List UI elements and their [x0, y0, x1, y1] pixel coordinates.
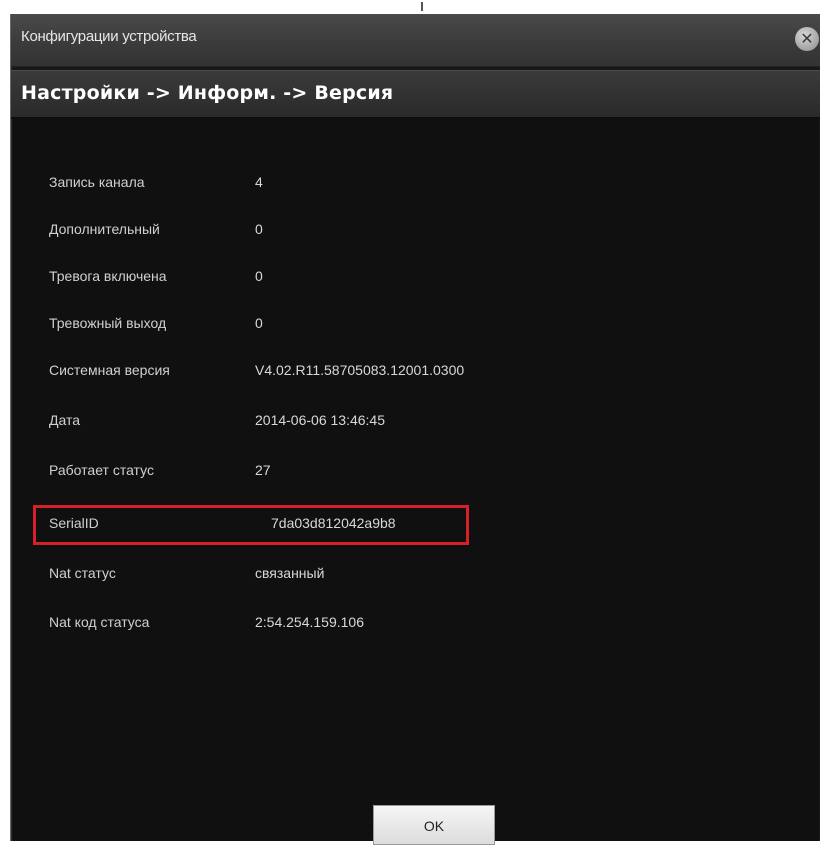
info-label: Дополнительный — [49, 221, 160, 237]
info-label: Системная версия — [49, 362, 170, 378]
breadcrumb: Настройки -> Информ. -> Версия — [11, 70, 820, 119]
info-label: Тревога включена — [49, 268, 167, 284]
info-value: 0 — [255, 221, 263, 237]
info-value: связанный — [255, 565, 325, 581]
info-label: Тревожный выход — [49, 315, 167, 331]
info-value: 0 — [255, 268, 263, 284]
info-row-date: Дата 2014-06-06 13:46:45 — [13, 406, 819, 436]
close-icon: ✕ — [800, 29, 814, 48]
info-label: Дата — [49, 412, 81, 428]
info-row-alarm-out: Тревожный выход 0 — [13, 309, 819, 339]
version-info-panel: Запись канала 4 Дополнительный 0 Тревога… — [13, 118, 819, 845]
info-row-extra: Дополнительный 0 — [13, 215, 819, 245]
info-row-nat-status: Nat статус связанный — [13, 559, 819, 589]
info-row-system-version: Системная версия V4.02.R11.58705083.1200… — [13, 356, 819, 386]
title-bar[interactable]: Конфигурации устройства ✕ — [11, 14, 820, 67]
info-label: Работает статус — [49, 462, 154, 478]
info-row-alarm-in: Тревога включена 0 — [13, 262, 819, 292]
top-margin — [0, 0, 820, 14]
info-value: 27 — [255, 462, 271, 478]
info-label: Nat код статуса — [49, 614, 150, 630]
info-row-nat-code: Nat код статуса 2:54.254.159.106 — [13, 608, 819, 638]
info-value: 2:54.254.159.106 — [255, 614, 364, 630]
serial-id-highlight — [33, 505, 469, 545]
info-row-run-status: Работает статус 27 — [13, 456, 819, 486]
info-label: Nat статус — [49, 565, 116, 581]
info-value: V4.02.R11.58705083.12001.0300 — [255, 362, 465, 378]
info-value: 2014-06-06 13:46:45 — [255, 412, 385, 428]
info-value: 4 — [255, 174, 263, 190]
info-value: 0 — [255, 315, 263, 331]
device-config-dialog: Конфигурации устройства ✕ Настройки -> И… — [10, 14, 820, 845]
close-button[interactable]: ✕ — [795, 27, 819, 51]
ok-button[interactable]: OK — [373, 805, 495, 845]
divider-tick — [421, 2, 423, 11]
breadcrumb-text: Настройки -> Информ. -> Версия — [21, 82, 394, 104]
info-label: Запись канала — [49, 174, 145, 190]
window-title: Конфигурации устройства — [21, 28, 197, 45]
info-row-channel-record: Запись канала 4 — [13, 168, 819, 198]
